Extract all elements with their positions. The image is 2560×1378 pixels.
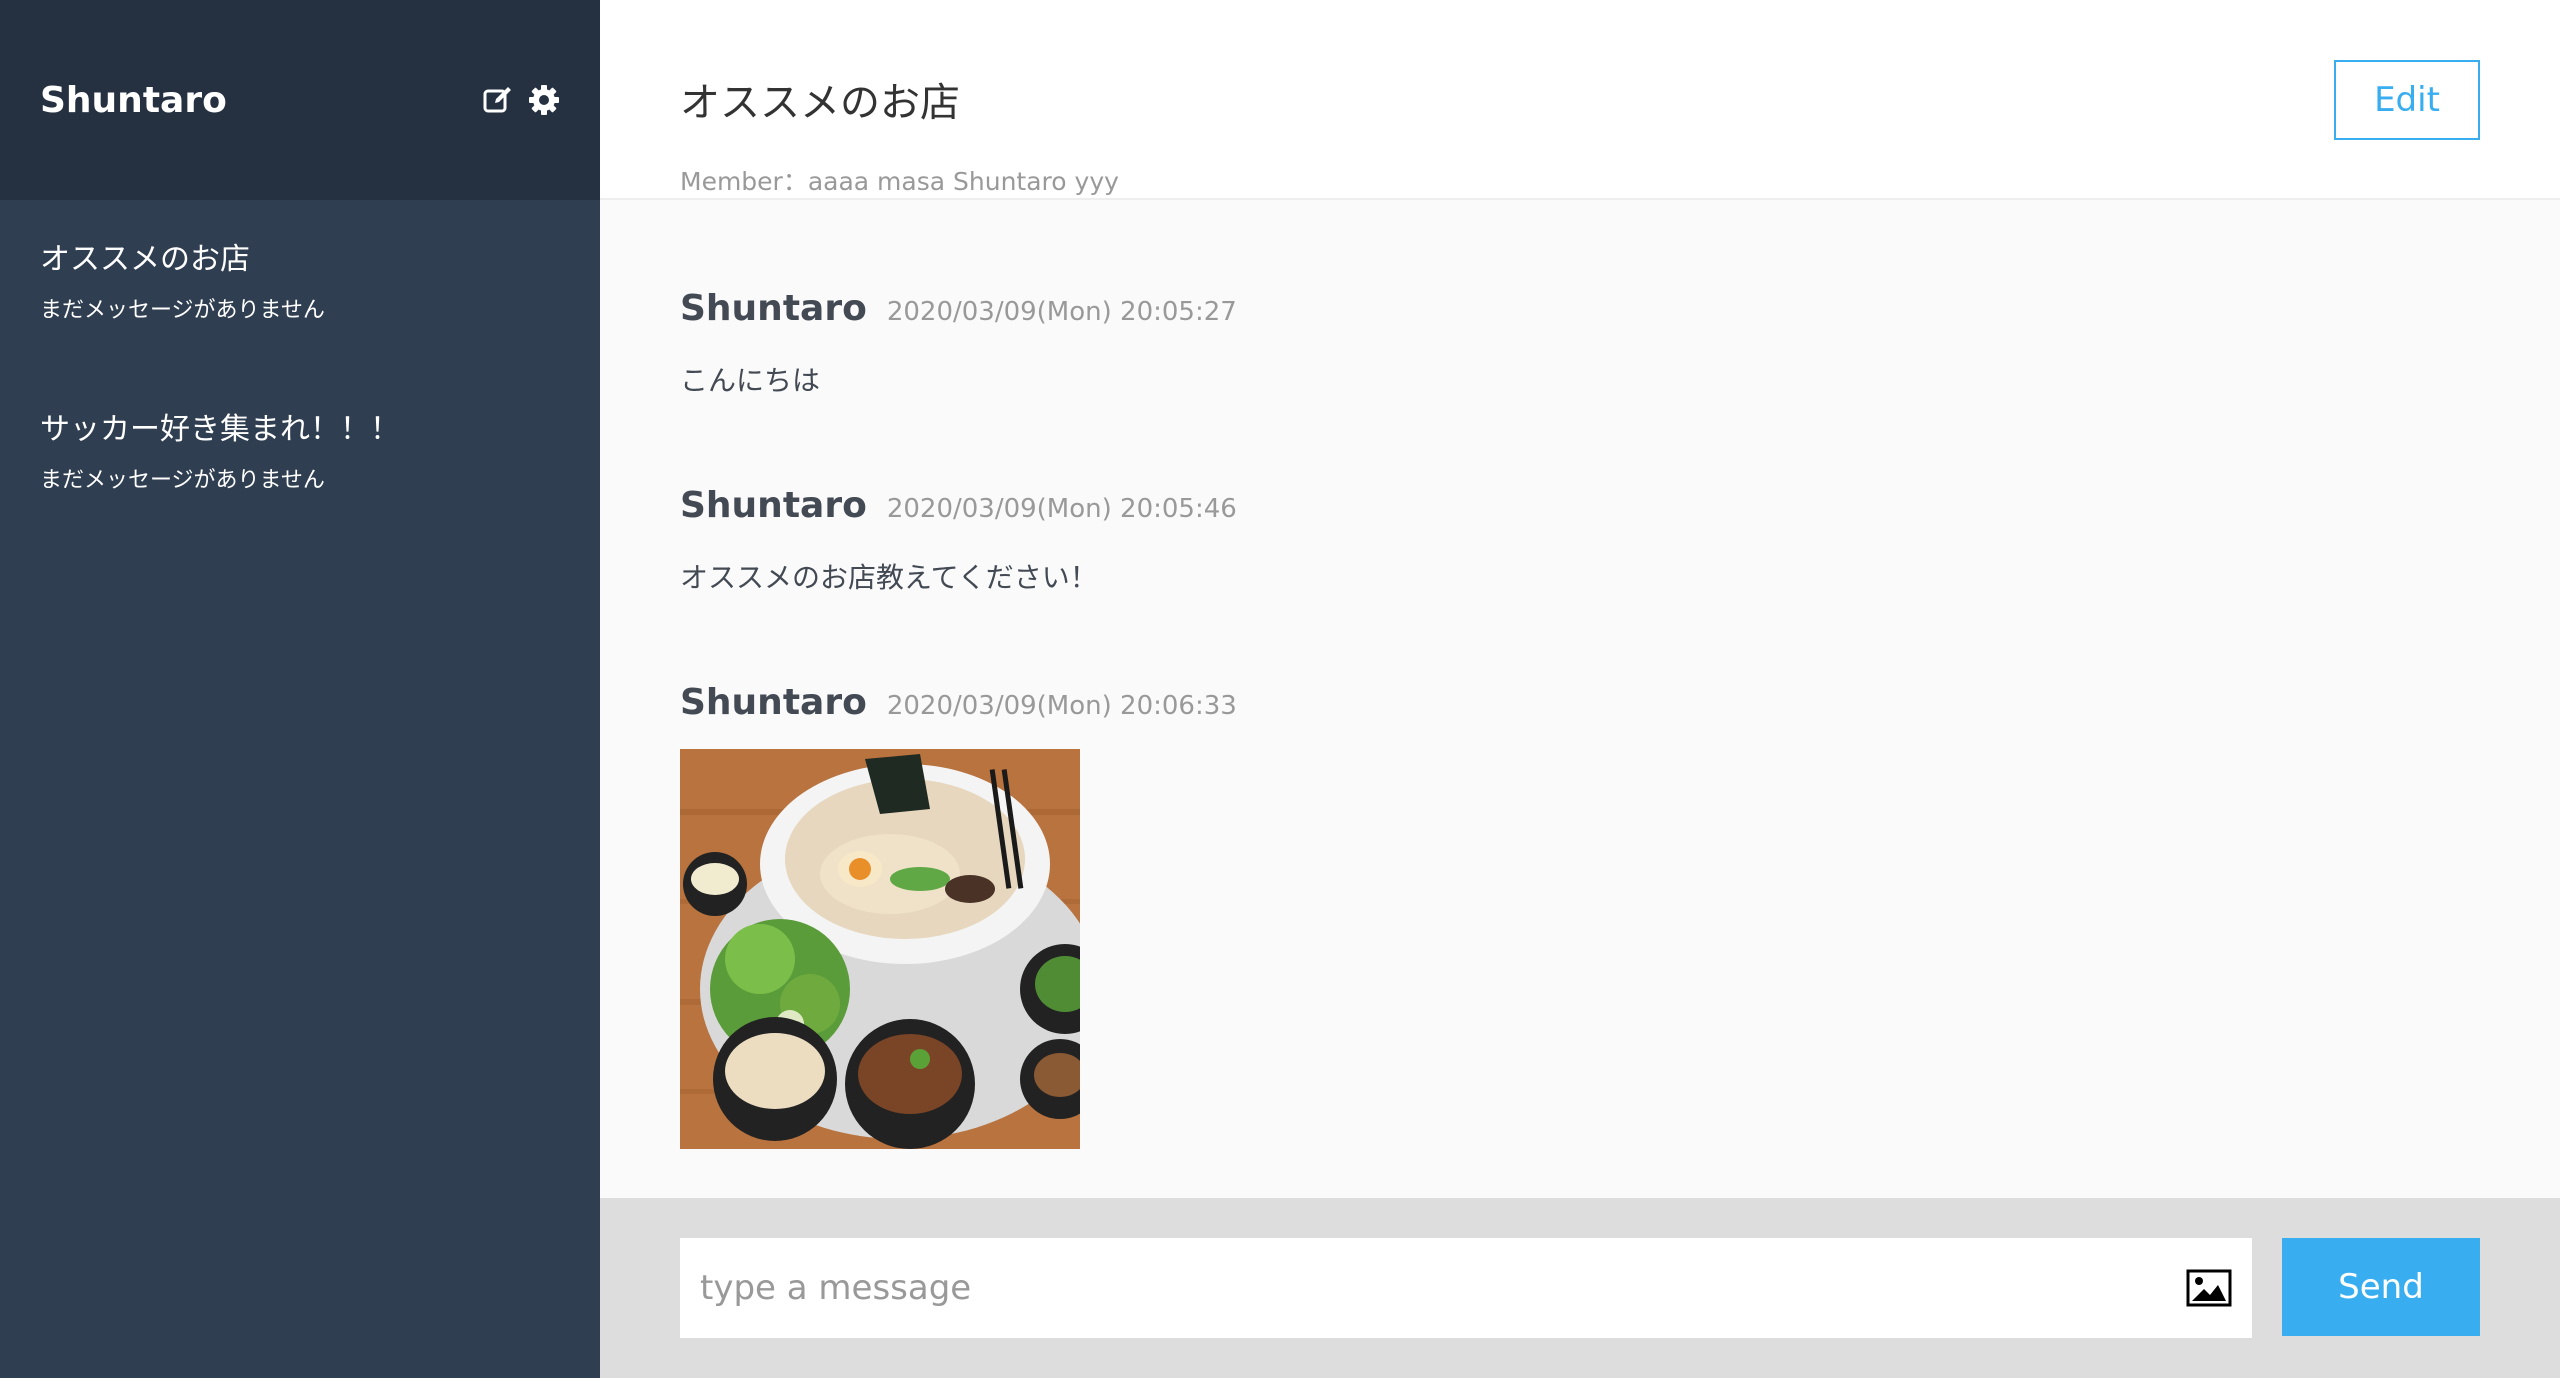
- message-date: 2020/03/09(Mon) 20:05:46: [886, 494, 1237, 524]
- sidebar-header: Shuntaro: [0, 0, 600, 200]
- message-info: Shuntaro 2020/03/09(Mon) 20:05:46: [680, 485, 2560, 526]
- group-item[interactable]: サッカー好き集まれ！！！ まだメッセージがありません: [0, 408, 600, 578]
- message-date: 2020/03/09(Mon) 20:06:33: [886, 691, 1237, 721]
- group-name: オススメのお店: [40, 242, 250, 277]
- message-image[interactable]: [680, 749, 1080, 1149]
- message-text: オススメのお店教えてください！: [680, 561, 1098, 594]
- sidebar: Shuntaro オススメのお店 まだメッセージがありません サッカー好き集まれ…: [0, 0, 600, 1378]
- message-user: Shuntaro: [680, 288, 867, 329]
- gear-icon[interactable]: [528, 84, 560, 116]
- send-button[interactable]: Send: [2282, 1238, 2480, 1336]
- message: Shuntaro 2020/03/09(Mon) 20:05:27 こんにちは: [680, 288, 2560, 399]
- chat-header: オススメのお店 Member：aaaa masa Shuntaro yyy Ed…: [600, 0, 2560, 200]
- image-icon[interactable]: [2186, 1269, 2232, 1307]
- group-item[interactable]: オススメのお店 まだメッセージがありません: [0, 238, 600, 408]
- group-title: オススメのお店: [680, 80, 960, 126]
- group-latest-message: まだメッセージがありません: [40, 298, 325, 323]
- group-latest-message: まだメッセージがありません: [40, 468, 325, 493]
- member-list: Member：aaaa masa Shuntaro yyy: [680, 167, 1119, 196]
- message-list[interactable]: Shuntaro 2020/03/09(Mon) 20:05:27 こんにちは …: [600, 202, 2560, 1198]
- message-input[interactable]: [700, 1268, 2186, 1308]
- message-date: 2020/03/09(Mon) 20:05:27: [886, 297, 1237, 327]
- message-info: Shuntaro 2020/03/09(Mon) 20:06:33: [680, 682, 2560, 723]
- message-user: Shuntaro: [680, 682, 867, 723]
- edit-icon[interactable]: [482, 84, 514, 116]
- message: Shuntaro 2020/03/09(Mon) 20:05:46 オススメのお…: [680, 485, 2560, 596]
- message-text: こんにちは: [680, 364, 821, 397]
- group-name: サッカー好き集まれ！！！: [40, 412, 400, 447]
- message-info: Shuntaro 2020/03/09(Mon) 20:05:27: [680, 288, 2560, 329]
- message-input-box: [680, 1238, 2252, 1338]
- current-user-name: Shuntaro: [40, 79, 227, 121]
- chat-main: オススメのお店 Member：aaaa masa Shuntaro yyy Ed…: [600, 0, 2560, 1378]
- group-list: オススメのお店 まだメッセージがありません サッカー好き集まれ！！！ まだメッセ…: [0, 200, 600, 578]
- message-user: Shuntaro: [680, 485, 867, 526]
- message: Shuntaro 2020/03/09(Mon) 20:06:33: [680, 682, 2560, 1149]
- header-icons: [482, 84, 560, 116]
- message-form: Send: [600, 1198, 2560, 1378]
- edit-group-button[interactable]: Edit: [2334, 60, 2480, 140]
